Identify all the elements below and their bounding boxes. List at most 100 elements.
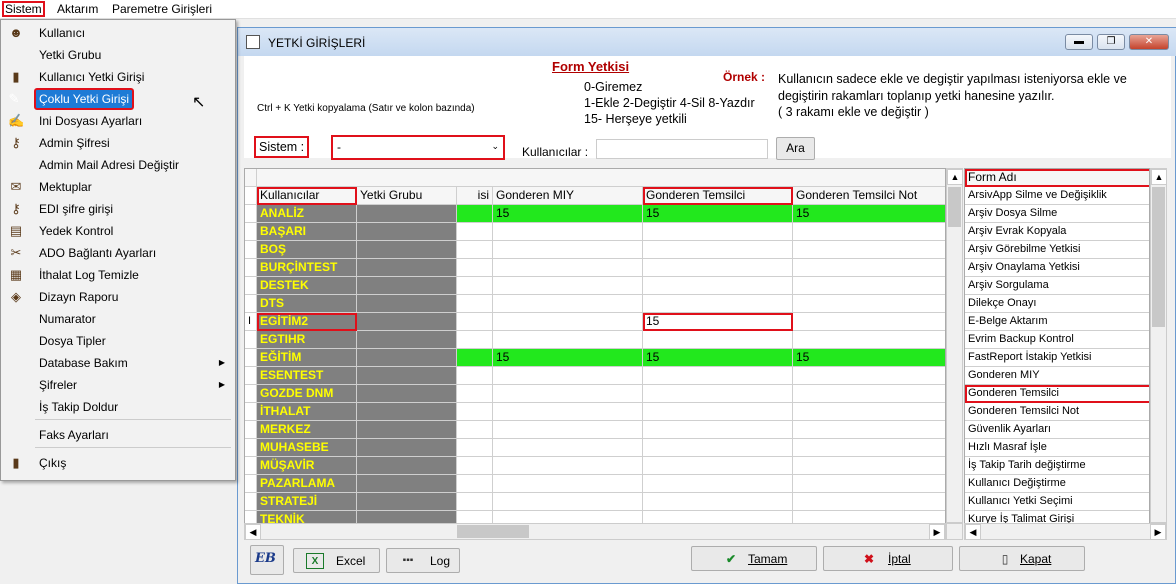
gonderen-miy-cell[interactable] bbox=[493, 475, 643, 493]
menu-item-7[interactable]: ✉ Mektuplar bbox=[3, 177, 233, 197]
yetki-grubu-cell[interactable] bbox=[357, 493, 457, 511]
isi-cell[interactable] bbox=[457, 385, 493, 403]
menu-item-3[interactable]: ✎ Çoklu Yetki Girişi bbox=[9, 88, 134, 110]
gonderen-temsilci-cell[interactable] bbox=[643, 439, 793, 457]
gonderen-temsilci-not-cell[interactable] bbox=[793, 439, 945, 457]
menu-item-2[interactable]: ▮ Kullanıcı Yetki Girişi bbox=[3, 67, 233, 87]
isi-cell[interactable] bbox=[457, 331, 493, 349]
forms-scroll-thumb[interactable] bbox=[1152, 187, 1165, 327]
user-cell[interactable]: BOŞ bbox=[257, 241, 357, 259]
gonderen-miy-cell[interactable] bbox=[493, 259, 643, 277]
user-cell[interactable]: ESENTEST bbox=[257, 367, 357, 385]
isi-cell[interactable] bbox=[457, 241, 493, 259]
gonderen-temsilci-not-cell[interactable] bbox=[793, 331, 945, 349]
grid-horizontal-scrollbar[interactable]: ◀ ▶ bbox=[244, 523, 946, 540]
yetki-grubu-cell[interactable] bbox=[357, 223, 457, 241]
gonderen-temsilci-not-cell[interactable] bbox=[793, 277, 945, 295]
gonderen-miy-cell[interactable] bbox=[493, 403, 643, 421]
minimize-button[interactable]: ▬ bbox=[1065, 34, 1093, 50]
menu-item-15[interactable]: Database Bakım ▶ bbox=[3, 353, 233, 373]
user-cell[interactable]: STRATEJİ bbox=[257, 493, 357, 511]
gonderen-miy-cell[interactable] bbox=[493, 493, 643, 511]
menu-item-18[interactable]: Faks Ayarları bbox=[3, 425, 233, 445]
gonderen-temsilci-cell[interactable]: 15 bbox=[643, 205, 793, 223]
form-list-item[interactable]: Güvenlik Ayarları bbox=[965, 421, 1149, 439]
yetki-grubu-cell[interactable] bbox=[357, 331, 457, 349]
gonderen-temsilci-not-cell[interactable] bbox=[793, 475, 945, 493]
isi-cell[interactable] bbox=[457, 223, 493, 241]
gonderen-temsilci-cell[interactable] bbox=[643, 295, 793, 313]
menu-item-8[interactable]: ⚷ EDI şifre girişi bbox=[3, 199, 233, 219]
menu-item-12[interactable]: ◈ Dizayn Raporu bbox=[3, 287, 233, 307]
menu-item-5[interactable]: ⚷ Admin Şifresi bbox=[3, 133, 233, 153]
yetki-grubu-cell[interactable] bbox=[357, 475, 457, 493]
form-list-item[interactable]: Arşiv Görebilme Yetkisi bbox=[965, 241, 1149, 259]
gonderen-temsilci-cell[interactable] bbox=[643, 457, 793, 475]
yetki-grubu-cell[interactable] bbox=[357, 277, 457, 295]
user-cell[interactable]: EĞİTİM bbox=[257, 349, 357, 367]
hscroll-thumb[interactable] bbox=[457, 525, 529, 538]
yetki-grubu-cell[interactable] bbox=[357, 421, 457, 439]
user-cell[interactable]: ANALİZ bbox=[257, 205, 357, 223]
user-cell[interactable]: DTS bbox=[257, 295, 357, 313]
gonderen-miy-cell[interactable]: 15 bbox=[493, 205, 643, 223]
yetki-grubu-cell[interactable] bbox=[357, 457, 457, 475]
gonderen-miy-cell[interactable]: 15 bbox=[493, 349, 643, 367]
menu-item-1[interactable]: Yetki Grubu bbox=[3, 45, 233, 65]
forms-scroll-right-icon[interactable]: ▶ bbox=[1150, 524, 1166, 540]
gonderen-temsilci-not-cell[interactable] bbox=[793, 367, 945, 385]
iptal-button[interactable]: ✖ İptal bbox=[823, 546, 953, 571]
form-list-item[interactable]: Hızlı Masraf İşle bbox=[965, 439, 1149, 457]
form-list-item[interactable]: Arşiv Onaylama Yetkisi bbox=[965, 259, 1149, 277]
forms-horizontal-scrollbar[interactable]: ◀ ▶ bbox=[964, 523, 1167, 540]
form-list-item[interactable]: Gonderen Temsilci bbox=[965, 385, 1149, 403]
form-list-item[interactable]: ArsivApp Silme ve Değişiklik bbox=[965, 187, 1149, 205]
menu-item-16[interactable]: Şifreler ▶ bbox=[3, 375, 233, 395]
isi-cell[interactable] bbox=[457, 493, 493, 511]
gonderen-temsilci-cell[interactable] bbox=[643, 223, 793, 241]
menu-item-10[interactable]: ✂ ADO Bağlantı Ayarları bbox=[3, 243, 233, 263]
kullanicilar-input[interactable] bbox=[596, 139, 768, 159]
ara-button[interactable]: Ara bbox=[776, 137, 815, 160]
gonderen-temsilci-cell[interactable] bbox=[643, 277, 793, 295]
log-button[interactable]: ▪▪▪ Log bbox=[386, 548, 460, 573]
gonderen-temsilci-not-cell[interactable] bbox=[793, 403, 945, 421]
form-list-item[interactable]: Arşiv Evrak Kopyala bbox=[965, 223, 1149, 241]
gonderen-miy-cell[interactable] bbox=[493, 295, 643, 313]
form-list-item[interactable]: İş Takip Tarih değiştirme bbox=[965, 457, 1149, 475]
scroll-right-icon[interactable]: ▶ bbox=[929, 524, 945, 540]
gonderen-miy-cell[interactable] bbox=[493, 277, 643, 295]
isi-cell[interactable] bbox=[457, 439, 493, 457]
header-yetki-grubu[interactable]: Yetki Grubu bbox=[357, 187, 457, 205]
menu-item-9[interactable]: ▤ Yedek Kontrol bbox=[3, 221, 233, 241]
yetki-grubu-cell[interactable] bbox=[357, 403, 457, 421]
gonderen-temsilci-not-cell[interactable] bbox=[793, 295, 945, 313]
gonderen-miy-cell[interactable] bbox=[493, 439, 643, 457]
menu-item-4[interactable]: ✍ Ini Dosyası Ayarları bbox=[3, 111, 233, 131]
yetki-grubu-cell[interactable] bbox=[357, 295, 457, 313]
yetki-grubu-cell[interactable] bbox=[357, 367, 457, 385]
menu-item-0[interactable]: ☻ Kullanıcı bbox=[3, 23, 233, 43]
form-list-item[interactable]: Gonderen MIY bbox=[965, 367, 1149, 385]
sistem-combobox[interactable]: - ⌄ bbox=[331, 135, 505, 160]
gonderen-miy-cell[interactable] bbox=[493, 421, 643, 439]
gonderen-temsilci-cell[interactable] bbox=[643, 367, 793, 385]
isi-cell[interactable] bbox=[457, 457, 493, 475]
form-list-item[interactable]: Gonderen Temsilci Not bbox=[965, 403, 1149, 421]
grid-vertical-scrollbar[interactable]: ▲ bbox=[946, 168, 963, 523]
yetki-grubu-cell[interactable] bbox=[357, 349, 457, 367]
gonderen-temsilci-cell[interactable] bbox=[643, 421, 793, 439]
gonderen-temsilci-not-cell[interactable] bbox=[793, 313, 945, 331]
isi-cell[interactable] bbox=[457, 313, 493, 331]
user-cell[interactable]: BURÇİNTEST bbox=[257, 259, 357, 277]
header-kullanicilar[interactable]: Kullanıcılar bbox=[257, 187, 357, 205]
user-cell[interactable]: GOZDE DNM bbox=[257, 385, 357, 403]
isi-cell[interactable] bbox=[457, 403, 493, 421]
gonderen-temsilci-not-cell[interactable]: 15 bbox=[793, 205, 945, 223]
user-cell[interactable]: MUHASEBE bbox=[257, 439, 357, 457]
yetki-grubu-cell[interactable] bbox=[357, 313, 457, 331]
gonderen-temsilci-not-cell[interactable] bbox=[793, 223, 945, 241]
yetki-grubu-cell[interactable] bbox=[357, 205, 457, 223]
eb-logo-button[interactable]: EB bbox=[250, 545, 284, 575]
isi-cell[interactable] bbox=[457, 259, 493, 277]
